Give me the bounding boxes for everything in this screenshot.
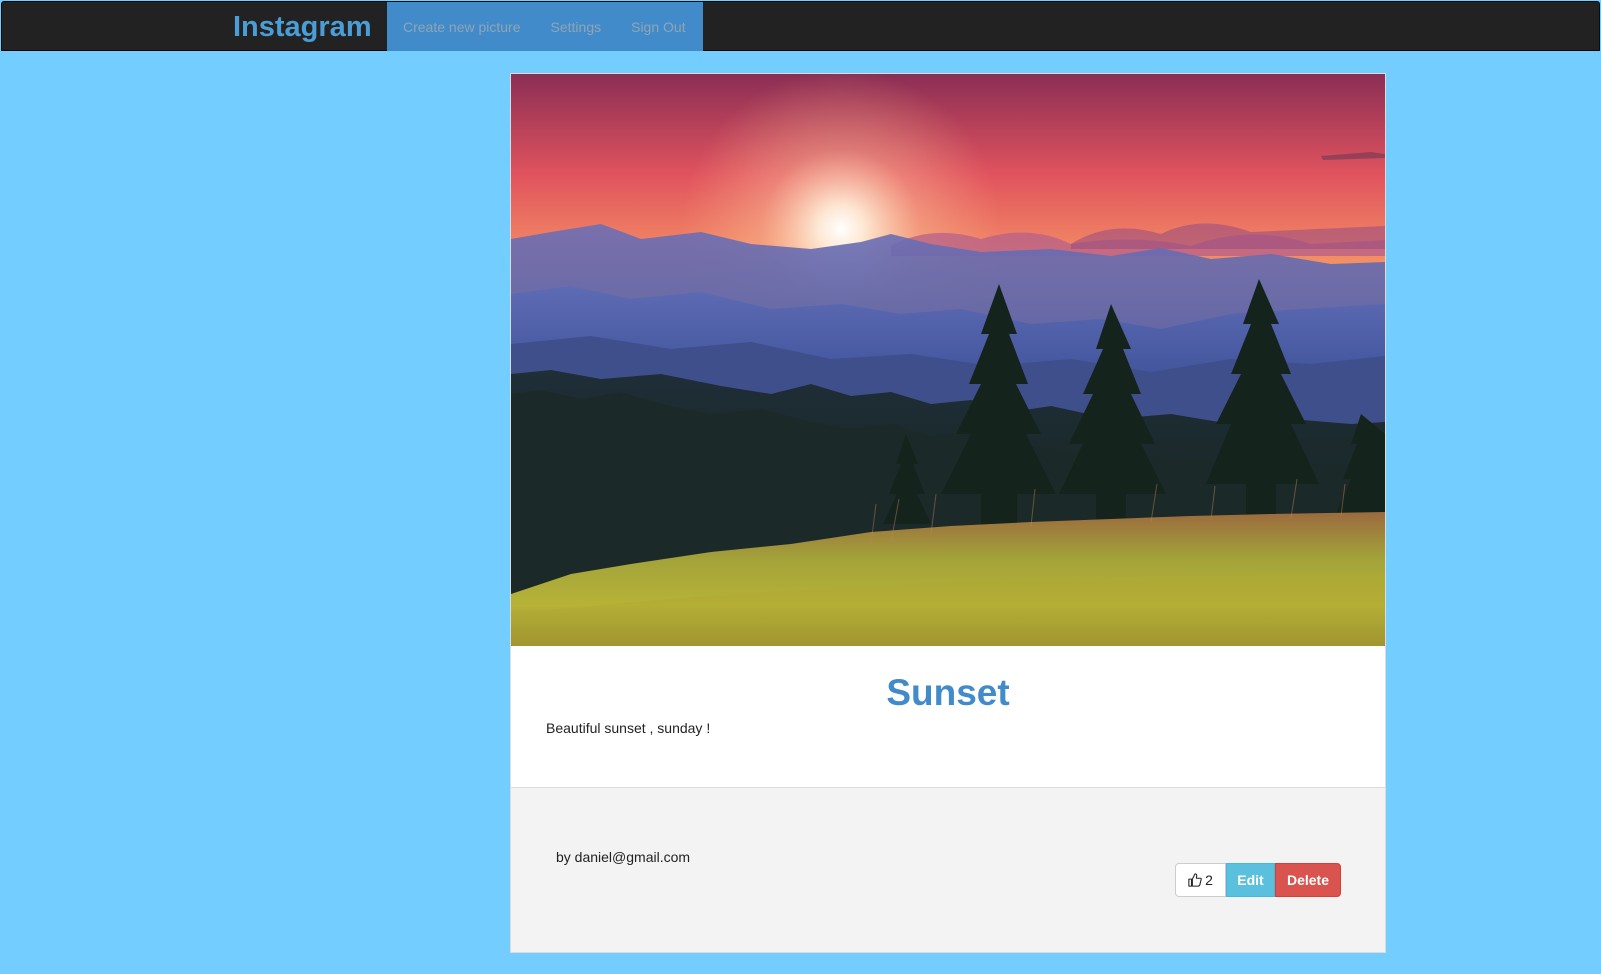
post-card: Sunset Beautiful sunset , sunday ! by da… [510, 73, 1386, 953]
like-count: 2 [1205, 872, 1213, 888]
post-footer: by daniel@gmail.com 2 Edit Delete [511, 787, 1385, 952]
post-description: Beautiful sunset , sunday ! [546, 720, 711, 736]
post-body: Sunset Beautiful sunset , sunday ! [511, 646, 1385, 787]
navbar: Instagram Create new picture Settings Si… [1, 1, 1600, 51]
delete-button[interactable]: Delete [1275, 863, 1341, 897]
post-author: by daniel@gmail.com [556, 849, 691, 865]
post-actions: 2 Edit Delete [1175, 863, 1341, 897]
nav-link-settings[interactable]: Settings [551, 19, 602, 35]
like-button[interactable]: 2 [1175, 863, 1226, 897]
post-photo [511, 74, 1385, 646]
brand-logo[interactable]: Instagram [233, 11, 372, 43]
nav-link-sign-out[interactable]: Sign Out [631, 19, 685, 35]
nav-link-create-new-picture[interactable]: Create new picture [403, 19, 521, 35]
nav-menu: Create new picture Settings Sign Out [387, 2, 703, 51]
post-title: Sunset [886, 672, 1010, 713]
edit-button[interactable]: Edit [1226, 863, 1275, 897]
thumbs-up-icon [1188, 873, 1202, 887]
